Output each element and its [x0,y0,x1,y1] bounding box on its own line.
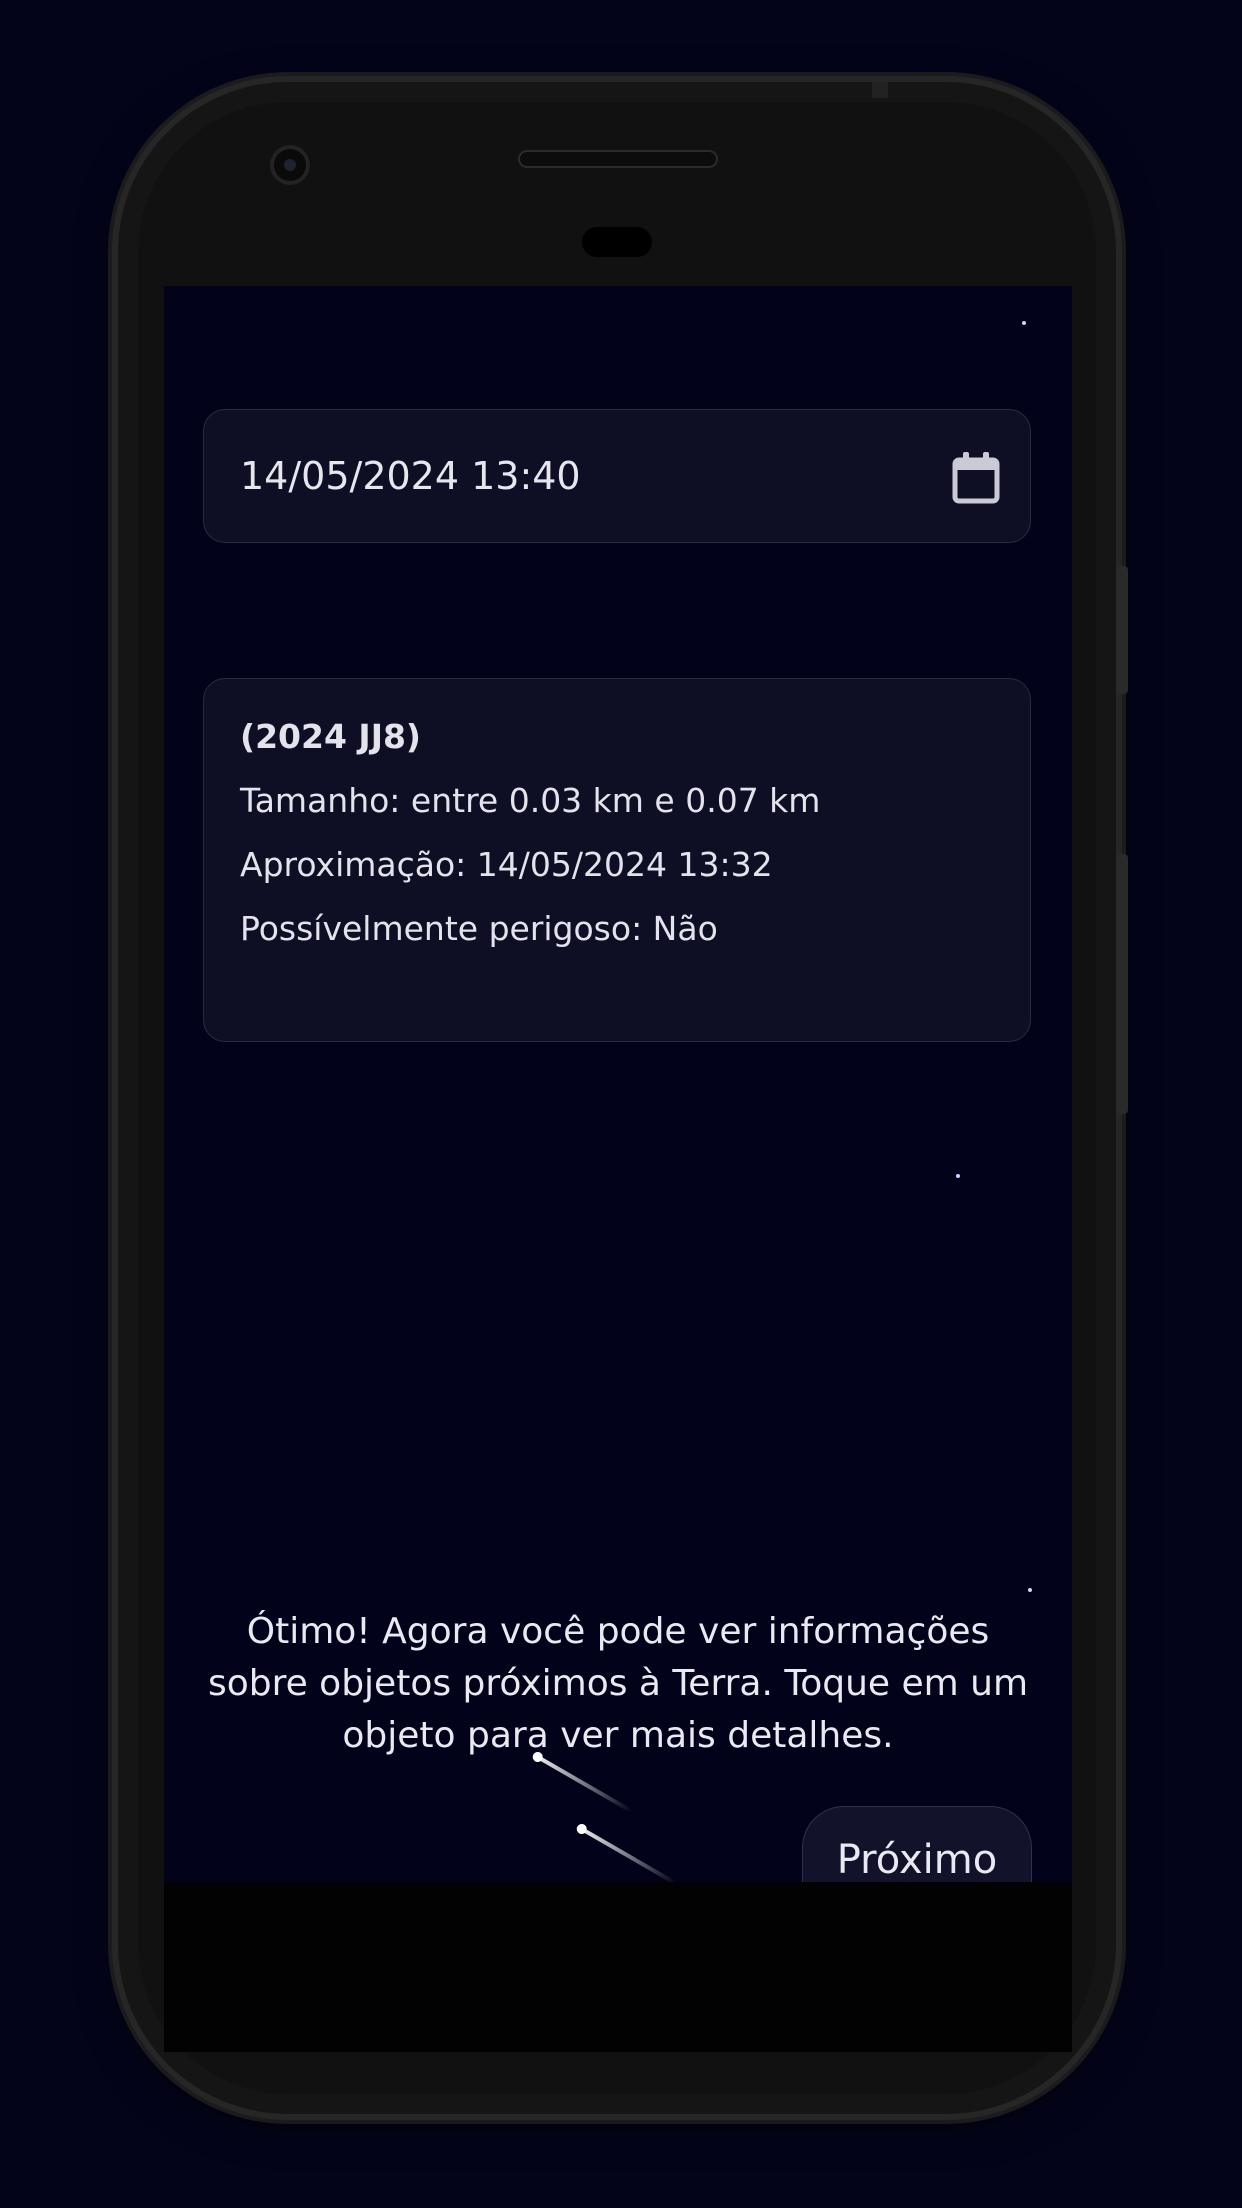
star [956,1174,960,1178]
calendar-icon[interactable] [952,452,1000,504]
neo-info-card[interactable]: (2024 JJ8) Tamanho: entre 0.03 km e 0.07… [203,678,1031,1042]
phone-chin [164,1882,1072,2052]
earpiece-speaker [518,150,718,168]
next-button[interactable]: Próximo [802,1806,1032,1882]
phone-antenna [872,82,888,98]
power-button [1116,566,1128,694]
front-camera [270,145,310,185]
tutorial-message: Ótimo! Agora você pode ver informações s… [207,1611,1029,1756]
neo-name: (2024 JJ8) [240,717,422,756]
meteor [535,1754,633,1813]
neo-approach: Aproximação: 14/05/2024 13:32 [240,845,773,884]
proximity-sensor [582,227,652,257]
star [1028,1588,1032,1592]
neo-hazardous: Possívelmente perigoso: Não [240,909,718,948]
meteor [579,1826,677,1882]
date-time-field[interactable]: 14/05/2024 13:40 [203,409,1031,543]
volume-button [1116,854,1128,1114]
app-screen: 14/05/2024 13:40 (2024 JJ8) Tamanho: ent… [164,286,1072,1882]
date-time-value: 14/05/2024 13:40 [240,454,581,498]
star [1022,321,1026,325]
neo-size: Tamanho: entre 0.03 km e 0.07 km [240,781,821,820]
